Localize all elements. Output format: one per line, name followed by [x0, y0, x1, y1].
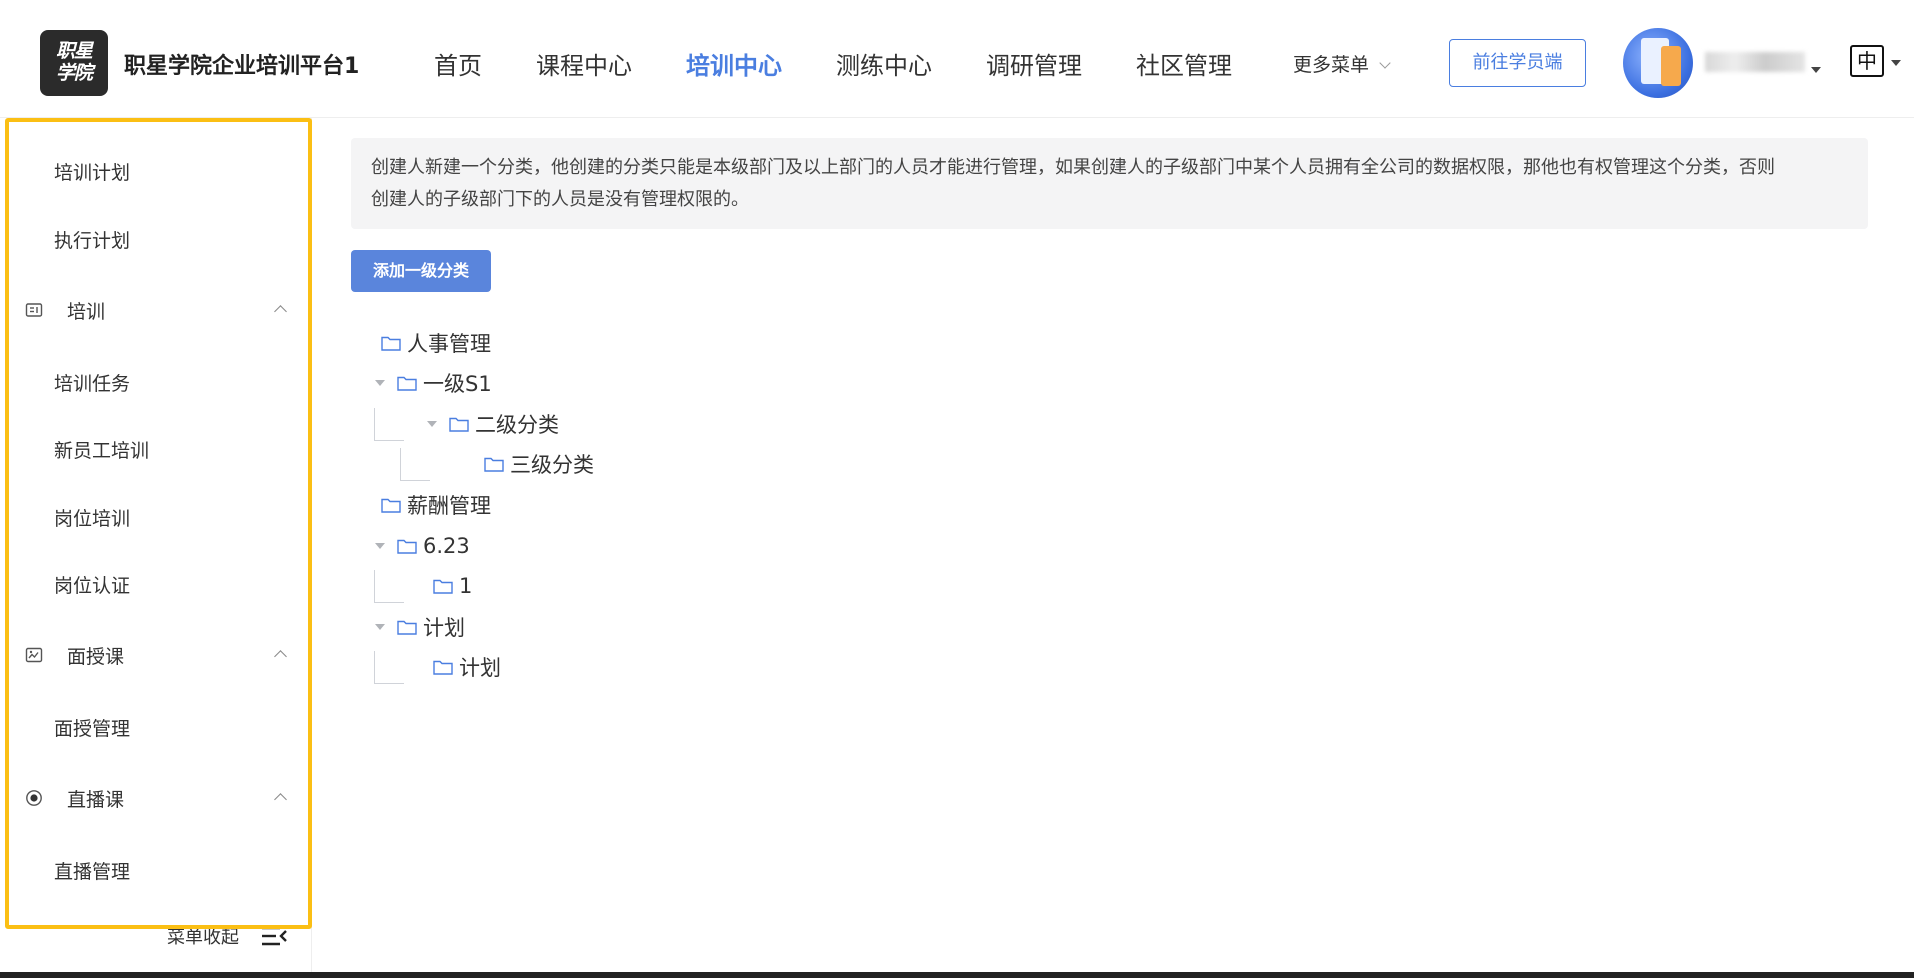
sidebar-group-live[interactable]: 直播课: [25, 785, 287, 815]
folder-icon: [381, 336, 401, 351]
tree-node-1[interactable]: 1: [433, 571, 472, 601]
sidebar-item-new-employee-training[interactable]: 新员工培训: [54, 436, 149, 463]
chevron-up-icon: [274, 305, 287, 318]
tree-node-6-23[interactable]: 6.23: [375, 531, 470, 561]
sidebar-item-training-task[interactable]: 培训任务: [54, 369, 130, 396]
folder-icon: [397, 539, 417, 554]
tree-connector: [374, 408, 375, 440]
nav-survey-management[interactable]: 调研管理: [986, 46, 1082, 81]
tree-node-level3[interactable]: 三级分类: [484, 449, 594, 479]
language-caret-icon[interactable]: [1891, 60, 1901, 66]
sidebar-item-training-plan[interactable]: 培训计划: [54, 158, 130, 185]
goto-student-button[interactable]: 前往学员端: [1449, 39, 1586, 87]
sidebar-item-face-to-face-management[interactable]: 面授管理: [54, 714, 130, 741]
tree-node-label: 计划: [459, 656, 501, 680]
sidebar-item-position-training[interactable]: 岗位培训: [54, 504, 130, 531]
tree-connector: [400, 448, 401, 480]
nav-community-management[interactable]: 社区管理: [1136, 46, 1232, 81]
chevron-up-icon: [274, 650, 287, 663]
top-header: 职星学院 职星学院企业培训平台1 首页 课程中心 培训中心 测练中心 调研管理 …: [0, 0, 1914, 118]
sidebar-group-training[interactable]: 培训: [25, 297, 287, 327]
tree-node-label: 三级分类: [510, 453, 594, 477]
tree-node-level1-s1[interactable]: 一级S1: [375, 368, 492, 398]
folder-icon: [381, 498, 401, 513]
tree-node-label: 计划: [423, 616, 465, 640]
avatar[interactable]: [1623, 28, 1693, 98]
avatar-image-part: [1661, 46, 1681, 86]
folder-icon: [449, 417, 469, 432]
expand-arrow-icon[interactable]: [375, 624, 385, 630]
tree-node-label: 6.23: [423, 534, 470, 558]
folder-icon: [397, 376, 417, 391]
expand-arrow-icon[interactable]: [427, 421, 437, 427]
tree-connector: [374, 651, 375, 683]
sidebar-group-label: 直播课: [67, 789, 125, 811]
notice-line: 创建人新建一个分类，他创建的分类只能是本级部门及以上部门的人员才能进行管理，如果…: [371, 157, 1775, 178]
brand-title: 职星学院企业培训平台1: [124, 54, 360, 79]
tree-node-label: 二级分类: [475, 413, 559, 437]
live-icon: [26, 790, 42, 806]
sidebar-group-label: 面授课: [67, 646, 125, 668]
folder-icon: [484, 457, 504, 472]
window-bottom-border: [0, 972, 1914, 978]
folder-icon: [397, 620, 417, 635]
logo-text: 职星学院: [55, 40, 93, 84]
nav-home[interactable]: 首页: [434, 46, 482, 81]
tree-connector: [374, 602, 404, 603]
tree-node-level2[interactable]: 二级分类: [427, 409, 559, 439]
menu-collapse-icon[interactable]: [260, 925, 288, 947]
main-nav: 首页 课程中心 培训中心 测练中心 调研管理 社区管理: [434, 46, 1286, 81]
chevron-down-icon: [1379, 57, 1391, 69]
training-icon: [25, 303, 43, 317]
main-content: 创建人新建一个分类，他创建的分类只能是本级部门及以上部门的人员才能进行管理，如果…: [312, 118, 1914, 978]
sidebar-item-execution-plan[interactable]: 执行计划: [54, 226, 130, 253]
tree-connector: [400, 480, 430, 481]
chevron-up-icon: [274, 793, 287, 806]
tree-node-label: 薪酬管理: [407, 494, 491, 518]
tree-connector: [374, 570, 375, 602]
logo[interactable]: 职星学院: [40, 30, 108, 96]
sidebar-group-label: 培训: [67, 301, 106, 323]
add-top-category-button[interactable]: 添加一级分类: [351, 250, 491, 292]
nav-practice-center[interactable]: 测练中心: [836, 46, 932, 81]
face-to-face-icon: [25, 647, 43, 663]
expand-arrow-icon[interactable]: [375, 543, 385, 549]
language-switch[interactable]: 中: [1850, 45, 1884, 77]
tree-node-label: 1: [459, 574, 473, 598]
tree-node-plan[interactable]: 计划: [375, 612, 465, 642]
sidebar-group-face-to-face[interactable]: 面授课: [25, 642, 287, 672]
tree-node-hr-management[interactable]: 人事管理: [381, 328, 491, 358]
user-dropdown-caret-icon[interactable]: [1811, 67, 1821, 73]
tree-node-salary-management[interactable]: 薪酬管理: [381, 490, 491, 520]
folder-icon: [433, 660, 453, 675]
sidebar-item-position-certification[interactable]: 岗位认证: [54, 571, 130, 598]
nav-course-center[interactable]: 课程中心: [536, 46, 632, 81]
menu-collapse-label[interactable]: 菜单收起: [167, 923, 239, 949]
username-blurred[interactable]: [1705, 52, 1805, 72]
tree-node-label: 人事管理: [407, 332, 491, 356]
more-menu[interactable]: 更多菜单: [1293, 50, 1391, 77]
more-menu-label: 更多菜单: [1293, 54, 1370, 76]
notice-line: 创建人的子级部门下的人员是没有管理权限的。: [371, 189, 749, 210]
sidebar-item-live-management[interactable]: 直播管理: [54, 857, 130, 884]
tree-node-plan-child[interactable]: 计划: [433, 652, 501, 682]
nav-training-center[interactable]: 培训中心: [686, 46, 782, 81]
permission-notice: 创建人新建一个分类，他创建的分类只能是本级部门及以上部门的人员才能进行管理，如果…: [351, 138, 1868, 229]
folder-icon: [433, 579, 453, 594]
tree-connector: [374, 683, 404, 684]
sidebar: 培训计划 执行计划 培训 培训任务 新员工培训 岗位培训 岗位认证 面授课 面授…: [0, 118, 312, 978]
expand-arrow-icon[interactable]: [375, 380, 385, 386]
tree-node-label: 一级S1: [423, 372, 492, 396]
tree-connector: [374, 440, 404, 441]
